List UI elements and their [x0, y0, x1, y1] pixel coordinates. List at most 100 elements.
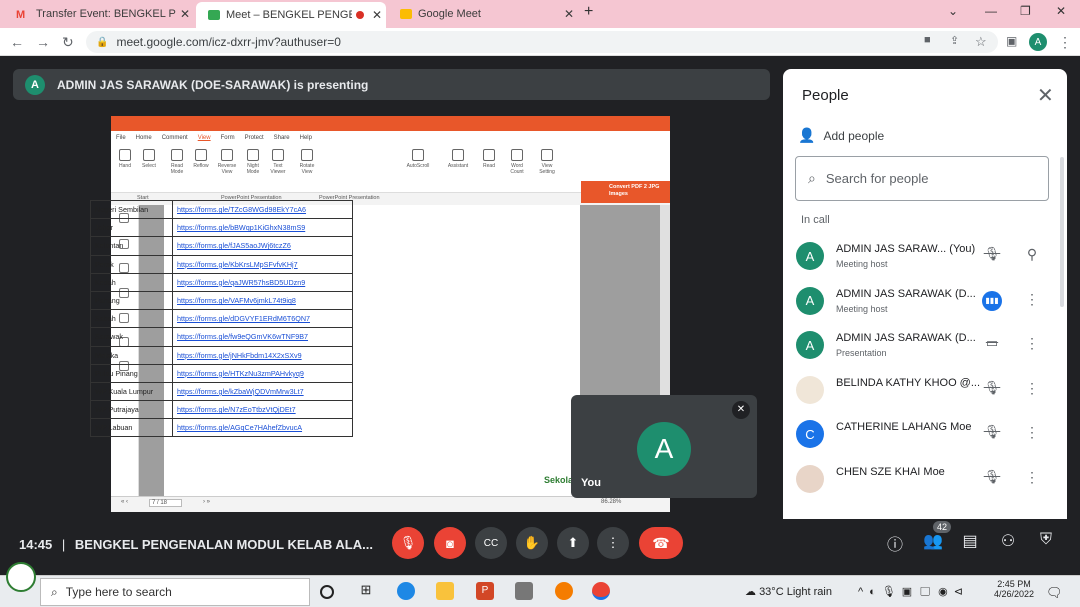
notification-icon[interactable]: 🗨 [1046, 585, 1063, 601]
vlc-icon[interactable] [555, 582, 573, 600]
host-controls-icon[interactable]: ⛨ [1034, 531, 1058, 555]
first-page-icon: « ‹ [121, 499, 129, 505]
meet-icon [208, 10, 220, 20]
ribbon-button: Hand [113, 149, 137, 169]
speaking-icon[interactable]: ▮▮▮ [982, 290, 1002, 311]
panel-scrollbar[interactable] [1060, 157, 1064, 307]
ribbon-button: Read Mode [165, 149, 189, 175]
more-icon[interactable]: ⋮ [1058, 34, 1072, 51]
more-options-icon[interactable]: ⋮ [1022, 335, 1042, 355]
close-icon[interactable]: ✕ [1037, 83, 1054, 108]
taskbar-search-input[interactable]: ⌕ Type here to search [40, 578, 310, 606]
form-link: https://forms.gle/KbKrsLMpSFvfvKHj7 [172, 254, 353, 274]
participant-row[interactable]: A ADMIN JAS SARAWAK (D... Meeting host ▮▮▮ ⋮ [796, 283, 1056, 323]
ribbon-button: Rotate View [295, 149, 319, 175]
form-link: https://forms.gle/TZcG8WGd98EkY7cA6 [172, 199, 353, 220]
restore-icon[interactable]: ❐ [1020, 4, 1031, 18]
minimize-icon[interactable]: — [985, 4, 997, 18]
reload-icon[interactable]: ↻ [62, 34, 74, 51]
tab-meet-active[interactable]: Meet – BENGKEL PENGENAL ✕ [196, 2, 386, 28]
camera-icon[interactable]: ■ [924, 34, 931, 46]
table-row: Johor https://forms.gle/bBWqp1KiGhxN38mS9 [90, 218, 353, 238]
participant-role: Meeting host [836, 259, 888, 269]
raise-hand-button[interactable]: ✋ [516, 527, 548, 559]
participant-name: ADMIN JAS SARAWAK (D... [836, 287, 976, 300]
ribbon-button: Read [477, 149, 501, 169]
menu-item: View [197, 135, 211, 141]
more-options-button[interactable]: ⋮ [597, 527, 629, 559]
avatar: A [796, 286, 824, 315]
url-field[interactable]: 🔒 meet.google.com/icz-dxrr-jmv?authuser=… [86, 31, 998, 53]
panel-title: People [802, 87, 849, 104]
taskbar-clock[interactable]: 2:45 PM 4/26/2022 [994, 579, 1034, 599]
menu-item: Home [135, 135, 152, 141]
participant-row[interactable]: CHEN SZE KHAI Moe 🎙 ⋮ [796, 461, 1056, 501]
menu-item: Help [299, 135, 312, 141]
present-button[interactable]: ⬆ [557, 527, 589, 559]
cortana-icon[interactable] [320, 585, 334, 599]
form-link: https://forms.gle/N7zEoTtbzVtQjDEt7 [172, 400, 353, 420]
mic-off-icon[interactable]: 🎙 [982, 424, 1002, 444]
more-options-icon[interactable]: ⋮ [1022, 424, 1042, 444]
participant-role: Meeting host [836, 303, 888, 314]
menu-item: Form [220, 135, 235, 141]
table-row: WP Putrajaya https://forms.gle/N7zEoTtbzV… [90, 400, 353, 420]
chevron-down-icon[interactable]: ⌄ [948, 4, 958, 18]
close-tab-icon[interactable]: ✕ [176, 7, 194, 21]
in-call-label: In call [801, 214, 830, 226]
mic-off-icon[interactable]: 🎙 [982, 380, 1002, 400]
people-panel: People ✕ 👤 Add people ⌕ Search for peopl… [783, 69, 1067, 569]
state-cell: WP Kuala Lumpur [90, 381, 173, 402]
pin-icon[interactable]: ⚲ [1022, 246, 1042, 266]
participant-row[interactable]: A ADMIN JAS SARAWAK (D... Presentation ▭ ⋮ [796, 327, 1056, 367]
form-link: https://forms.gle/dDGVYF1ERdM6T6QN7 [172, 309, 353, 329]
chat-icon[interactable]: ▤ [958, 531, 982, 555]
new-tab-icon[interactable]: + [584, 3, 593, 21]
address-bar: ← → ↻ 🔒 meet.google.com/icz-dxrr-jmv?aut… [0, 28, 1080, 56]
ribbon-button: Word Count [505, 149, 529, 175]
close-tab-icon[interactable]: ✕ [560, 7, 578, 21]
star-icon[interactable]: ☆ [975, 34, 987, 50]
tab-transfer-event[interactable]: M Transfer Event: BENGKEL PENGEN ✕ [4, 2, 194, 26]
chrome-icon[interactable] [592, 582, 610, 600]
more-options-icon[interactable]: ⋮ [1022, 380, 1042, 400]
search-people-input[interactable]: ⌕ Search for people [795, 156, 1049, 201]
participant-row[interactable]: A ADMIN JAS SARAW... (You) Meeting host 🎙 ⚲ [796, 238, 1056, 278]
ribbon-button: View Setting [535, 149, 559, 175]
profile-avatar[interactable]: A [1029, 33, 1047, 51]
ribbon-button: Reverse View [215, 149, 239, 175]
captions-button[interactable]: CC [475, 527, 507, 559]
weather-widget[interactable]: ☁ 33°C Light rain [745, 585, 832, 598]
system-tray-icons[interactable]: ^◐🎙▣◻◉⊲ [858, 585, 969, 598]
more-options-icon[interactable]: ⋮ [1022, 469, 1042, 489]
form-link: https://forms.gle/bBWqp1KiGhxN38mS9 [172, 218, 353, 238]
menu-item: Share [273, 135, 290, 141]
activities-icon[interactable]: ⚇ [996, 531, 1020, 555]
meeting-title: BENGKEL PENGENALAN MODUL KELAB ALA... [74, 537, 373, 552]
people-button[interactable]: 👥 42 [921, 521, 952, 555]
mic-toggle-button[interactable]: 🎙 [392, 527, 424, 559]
people-count-badge: 42 [933, 521, 952, 533]
more-options-icon[interactable]: ⋮ [1022, 291, 1042, 311]
forward-icon[interactable]: → [36, 34, 50, 50]
camera-toggle-button[interactable]: ◙ [434, 527, 466, 559]
edge-icon[interactable] [397, 582, 415, 600]
mic-off-icon[interactable]: 🎙 [982, 469, 1002, 489]
participant-row[interactable]: BELINDA KATHY KHOO @... 🎙 ⋮ [796, 372, 1056, 412]
share-icon[interactable]: ⇪ [950, 34, 959, 47]
info-icon[interactable]: ⓘ [883, 531, 907, 555]
back-icon[interactable]: ← [10, 34, 24, 50]
powerpoint-icon[interactable]: P [476, 582, 494, 600]
add-people-button[interactable]: 👤 Add people [798, 127, 884, 144]
task-view-icon[interactable]: ⊞ [357, 582, 375, 600]
leave-call-button[interactable]: ☎ [639, 527, 683, 559]
avatar: A [25, 74, 45, 95]
tab-google-meet[interactable]: Google Meet ✕ [388, 2, 578, 26]
app-icon[interactable] [515, 582, 533, 600]
sidebar-icon[interactable]: ▣ [1006, 34, 1017, 48]
participant-row[interactable]: C CATHERINE LAHANG Moe 🎙 ⋮ [796, 416, 1056, 456]
close-tab-icon[interactable]: ✕ [368, 8, 386, 22]
close-window-icon[interactable]: ✕ [1056, 4, 1066, 18]
file-explorer-icon[interactable] [436, 582, 454, 600]
presentation-audio-off-icon[interactable]: ▭ [982, 335, 1002, 355]
